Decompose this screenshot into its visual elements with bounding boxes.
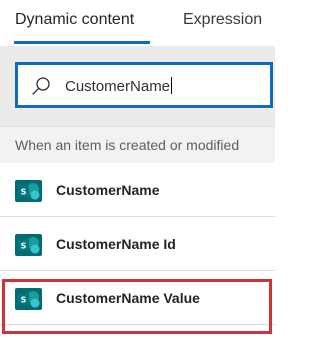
list-item-customername-value[interactable]: S CustomerName Value <box>0 271 275 325</box>
dynamic-content-list: S CustomerName S CustomerName Id S Custo… <box>0 163 275 325</box>
active-tab-indicator <box>14 41 150 44</box>
tab-expression[interactable]: Expression <box>183 10 262 30</box>
sharepoint-icon: S <box>15 234 42 256</box>
list-item-customername[interactable]: S CustomerName <box>0 163 275 217</box>
sharepoint-icon: S <box>15 288 42 310</box>
item-label: CustomerName Value <box>56 290 200 306</box>
svg-text:S: S <box>21 296 27 305</box>
tab-dynamic-content[interactable]: Dynamic content <box>15 10 134 30</box>
search-icon <box>32 77 50 95</box>
text-cursor <box>171 77 173 94</box>
search-area: CustomerName <box>0 46 275 126</box>
section-header[interactable]: When an item is created or modified <box>0 126 275 163</box>
list-item-customername-id[interactable]: S CustomerName Id <box>0 217 275 271</box>
item-label: CustomerName <box>56 182 160 198</box>
tab-bar: Dynamic content Expression <box>0 0 281 46</box>
svg-text:S: S <box>21 242 27 251</box>
section-title: When an item is created or modified <box>15 137 240 153</box>
panel-edge <box>275 46 281 339</box>
search-value: CustomerName <box>65 77 173 95</box>
search-input[interactable]: CustomerName <box>15 62 273 108</box>
item-label: CustomerName Id <box>56 236 176 252</box>
svg-text:S: S <box>21 188 27 197</box>
sharepoint-icon: S <box>15 180 42 202</box>
